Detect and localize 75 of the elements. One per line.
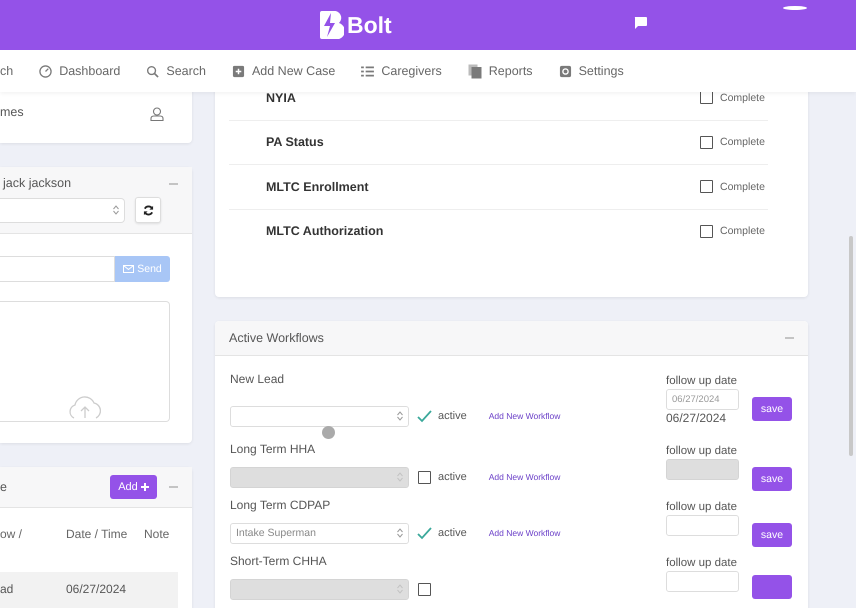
nav-link[interactable]: Search	[146, 64, 206, 78]
chat-icon[interactable]	[634, 17, 647, 29]
envelope-icon	[123, 265, 134, 273]
sort-caret-icon	[397, 472, 403, 482]
complete-checkbox[interactable]	[700, 224, 713, 238]
checklist-item: MLTC Authorization	[266, 224, 384, 238]
nav-link[interactable]: Dashboard	[39, 64, 120, 78]
add-new-workflow-link[interactable]: Add New Workflow	[488, 411, 560, 421]
brand-name: Bolt	[347, 12, 392, 38]
refresh-icon	[142, 204, 154, 216]
complete-label: Complete	[720, 92, 766, 104]
documents-icon	[468, 64, 482, 78]
complete-checkbox[interactable]	[700, 136, 713, 149]
complete-checkbox[interactable]	[700, 91, 713, 104]
panel-title: e	[0, 480, 8, 494]
list-icon	[361, 66, 374, 76]
follow-up-date-field[interactable]	[666, 515, 739, 536]
table-cell-text: 06/27/2024	[66, 582, 128, 598]
checklist-item: NYIA	[266, 90, 297, 105]
checklist-item: MLTC Enrollment	[266, 180, 370, 194]
settings-icon	[558, 64, 572, 78]
workflow-name: Long Term HHA	[230, 442, 316, 457]
nav-link[interactable]: Reports	[468, 64, 533, 78]
workflow-name: New Lead	[230, 372, 284, 387]
save-button[interactable]	[752, 575, 792, 599]
checkmark-icon[interactable]	[417, 526, 432, 540]
sort-caret-icon	[397, 584, 403, 594]
checkmark-icon[interactable]	[417, 410, 432, 422]
workflow-name: Long Term CDPAP	[230, 498, 330, 513]
upload-area[interactable]	[0, 301, 170, 422]
table-cell-text: ad	[0, 582, 14, 598]
follow-up-date-label: follow up date	[666, 375, 738, 387]
search-icon	[146, 64, 160, 78]
add-document-icon	[232, 64, 245, 78]
recipient-select[interactable]	[0, 198, 125, 222]
sort-caret-icon	[397, 528, 403, 538]
follow-up-date-label: follow up date	[666, 557, 738, 569]
complete-checkbox[interactable]	[700, 180, 713, 194]
active-label: active	[438, 410, 467, 422]
workflow-select[interactable]	[230, 406, 409, 426]
message-field[interactable]	[0, 256, 115, 282]
panel-title: jack jackson	[3, 176, 72, 190]
column-header: ow /	[0, 526, 24, 543]
column-header: Note	[144, 526, 170, 543]
sort-caret-icon	[113, 205, 119, 215]
card-title: Active Workflows	[229, 331, 325, 345]
nav-link[interactable]: ch	[0, 64, 14, 78]
active-label: active	[438, 471, 467, 483]
checklist-item: PA Status	[266, 135, 325, 150]
follow-up-date-label: follow up date	[666, 445, 738, 457]
follow-up-date-text: 06/27/2024	[666, 411, 728, 425]
user-icon[interactable]	[150, 107, 164, 121]
nav-link[interactable]: Caregivers	[361, 64, 442, 78]
scrollbar-thumb[interactable]	[849, 236, 853, 456]
nav-link[interactable]: Settings	[558, 64, 624, 78]
complete-label: Complete	[720, 180, 766, 193]
bolt-logo-icon	[320, 11, 344, 39]
add-new-workflow-link[interactable]: Add New Workflow	[488, 528, 560, 538]
complete-label: Complete	[720, 225, 766, 238]
save-button[interactable]: save	[752, 397, 792, 421]
add-button[interactable]: Add	[110, 475, 157, 499]
nav-link[interactable]: Add New Case	[232, 64, 336, 78]
complete-label: Complete	[720, 136, 766, 148]
cursor-dot	[322, 426, 335, 439]
refresh-button[interactable]	[135, 197, 161, 223]
sort-caret-icon	[397, 411, 403, 421]
workflow-name: Short-Term CHHA	[230, 554, 327, 569]
profile-text: mes	[0, 105, 24, 121]
gauge-icon	[39, 64, 52, 78]
active-label: active	[438, 527, 467, 539]
save-button[interactable]: save	[752, 523, 792, 547]
column-header: Date / Time	[66, 526, 128, 543]
plus-icon	[140, 483, 149, 491]
workflow-select[interactable]: Intake Superman	[230, 522, 409, 544]
follow-up-date-label: follow up date	[666, 501, 738, 513]
